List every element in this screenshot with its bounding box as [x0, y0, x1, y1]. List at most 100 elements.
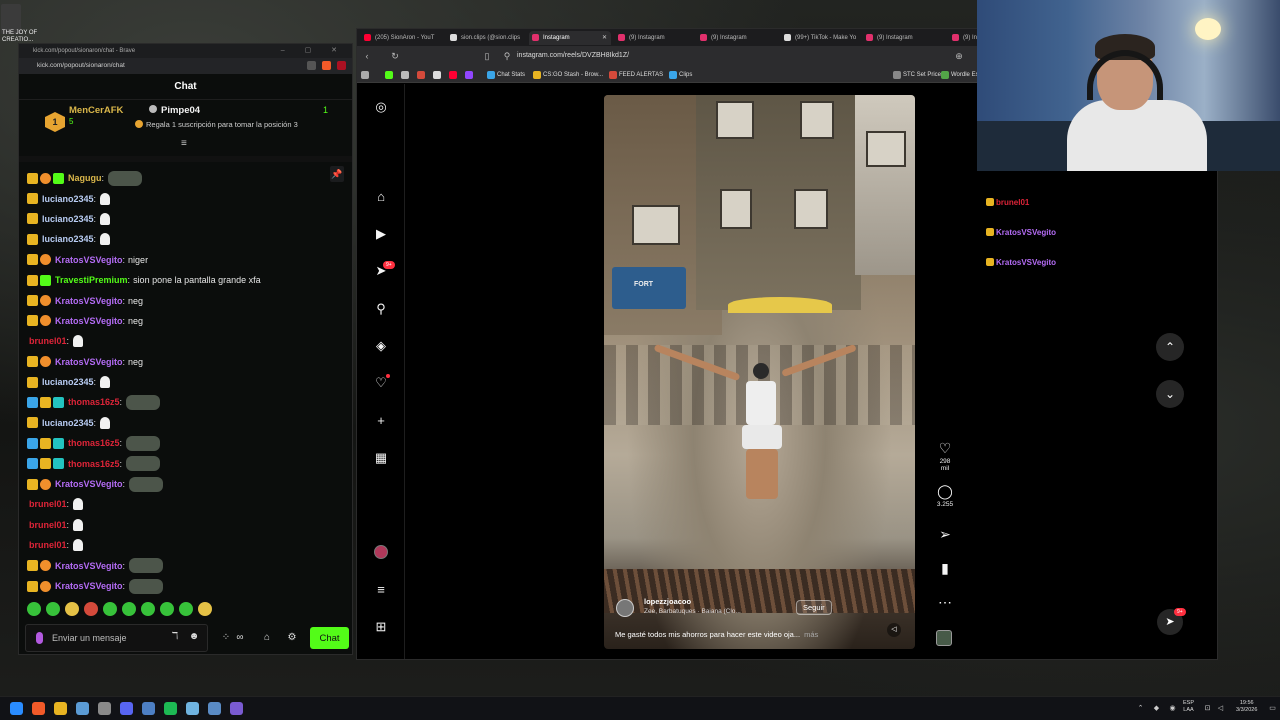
- spotify-icon[interactable]: [164, 702, 177, 715]
- chat-username[interactable]: KratosVSVegito: [55, 561, 123, 571]
- collapse-handle-icon[interactable]: ≡: [181, 138, 187, 149]
- mic-icon[interactable]: [36, 632, 43, 644]
- chat-username[interactable]: thomas16z5: [68, 397, 120, 407]
- taskbar-app-icon[interactable]: [76, 702, 89, 715]
- taskbar-app-icon[interactable]: [208, 702, 221, 715]
- save-action[interactable]: ▮: [935, 560, 955, 576]
- language-indicator[interactable]: ESP LAA: [1183, 700, 1194, 714]
- zoom-icon[interactable]: ⊕: [953, 50, 965, 62]
- settings-icon[interactable]: ⚙: [285, 631, 299, 645]
- zoom-icon[interactable]: [307, 61, 316, 70]
- comment-action[interactable]: ◯ 3.255: [935, 483, 955, 508]
- chat-username[interactable]: brunel01: [29, 540, 67, 550]
- brave-icon[interactable]: [32, 702, 45, 715]
- window-controls[interactable]: – ▢ ✕: [281, 44, 346, 58]
- gift-sub-prompt[interactable]: Regala 1 suscripción para tomar la posic…: [135, 120, 298, 129]
- apps-icon[interactable]: [361, 71, 369, 79]
- browser-tab[interactable]: (9) Instagram: [615, 31, 697, 45]
- previous-reel-button[interactable]: ⌃: [1156, 333, 1184, 361]
- volume-icon[interactable]: ◁: [1216, 704, 1225, 713]
- reload-icon[interactable]: ↻: [389, 50, 401, 62]
- translate-icon[interactable]: ℸ: [169, 631, 181, 643]
- chat-username[interactable]: thomas16z5: [68, 459, 120, 469]
- author-username[interactable]: lopezzjoacoo: [644, 597, 691, 606]
- bookmark-icon[interactable]: [449, 71, 457, 79]
- back-icon[interactable]: ‹: [361, 50, 373, 62]
- emote-button[interactable]: [179, 602, 193, 616]
- author-avatar[interactable]: [616, 599, 634, 617]
- bookmark-item[interactable]: Chat Stats: [497, 67, 525, 83]
- chat-username[interactable]: luciano2345: [42, 377, 94, 387]
- chat-username[interactable]: TravestiPremium: [55, 275, 128, 285]
- chat-username[interactable]: KratosVSVegito: [55, 581, 123, 591]
- emote-button[interactable]: [141, 602, 155, 616]
- reels-icon[interactable]: ▶: [373, 226, 389, 242]
- network-icon[interactable]: ⊡: [1203, 704, 1212, 713]
- users-icon[interactable]: ⁘: [219, 631, 233, 645]
- tray-icon[interactable]: ◆: [1152, 704, 1161, 713]
- home-icon[interactable]: ⌂: [373, 189, 389, 205]
- discord-icon[interactable]: [120, 702, 133, 715]
- chat-username[interactable]: KratosVSVegito: [55, 357, 123, 367]
- share-icon[interactable]: ➢: [935, 526, 955, 542]
- mute-icon[interactable]: ◁: [887, 623, 901, 637]
- share-action[interactable]: ➢: [935, 526, 955, 542]
- rewards-icon[interactable]: [337, 61, 346, 70]
- file-explorer-icon[interactable]: [54, 702, 67, 715]
- menu-icon[interactable]: ≡: [373, 582, 389, 598]
- more-action[interactable]: ⋯: [935, 594, 955, 610]
- explore-icon[interactable]: ◈: [373, 338, 389, 354]
- instagram-logo-icon[interactable]: ◎: [373, 99, 389, 115]
- chat-username[interactable]: brunel01: [29, 520, 67, 530]
- address-bar[interactable]: instagram.com/reels/DVZBH8Ikd1Z/: [517, 50, 629, 62]
- chat-username[interactable]: Nagugu: [68, 173, 102, 183]
- top-gifter-name[interactable]: MenCerAFK: [69, 105, 123, 116]
- chat-username[interactable]: KratosVSVegito: [55, 296, 123, 306]
- notifications-icon[interactable]: ▭: [1268, 704, 1277, 713]
- bookmark-icon[interactable]: [433, 71, 441, 79]
- emote-button[interactable]: [27, 602, 41, 616]
- emote-button[interactable]: [103, 602, 117, 616]
- close-tab-icon[interactable]: ✕: [602, 31, 607, 45]
- search-icon[interactable]: ⚲: [373, 301, 389, 317]
- chat-username[interactable]: KratosVSVegito: [55, 316, 123, 326]
- pin-icon[interactable]: 📌: [330, 166, 344, 182]
- taskbar-app-icon[interactable]: [98, 702, 111, 715]
- emote-button[interactable]: [84, 602, 98, 616]
- tray-icon[interactable]: ◉: [1168, 704, 1177, 713]
- chat-username[interactable]: thomas16z5: [68, 438, 120, 448]
- reel-caption[interactable]: Me gasté todos mis ahorros para hacer es…: [615, 630, 818, 639]
- bookmark-item[interactable]: STC Set Prices: [903, 67, 944, 83]
- site-info-icon[interactable]: ⚲: [501, 50, 513, 62]
- bookmark-item[interactable]: CS:GO Stash - Brow...: [543, 67, 603, 83]
- bookmark-icon[interactable]: [401, 71, 409, 79]
- chat-username[interactable]: luciano2345: [42, 234, 94, 244]
- like-action[interactable]: ♡ 298 mil: [935, 440, 955, 472]
- bookmark-item[interactable]: FEED ALERTAS: [619, 67, 663, 83]
- browser-tab[interactable]: Instagram ✕: [529, 31, 611, 45]
- caption-more-link[interactable]: más: [804, 630, 818, 639]
- more-apps-icon[interactable]: ⊞: [373, 619, 389, 635]
- browser-tab[interactable]: (99+) TikTok - Make Yo: [781, 31, 863, 45]
- audio-track[interactable]: Zee, Barbatuques · Baiana (Clo...: [644, 608, 741, 615]
- emote-button[interactable]: [198, 602, 212, 616]
- clock[interactable]: 19:56 3/3/2026: [1236, 700, 1257, 714]
- store-icon[interactable]: ⌂: [260, 631, 274, 645]
- bookmark-icon[interactable]: [465, 71, 473, 79]
- start-icon[interactable]: [10, 702, 23, 715]
- chat-url-bar[interactable]: kick.com/popout/sionaron/chat: [19, 58, 352, 74]
- chat-message-input[interactable]: [52, 630, 152, 646]
- kick-bookmark-icon[interactable]: [385, 71, 393, 79]
- save-icon[interactable]: ▮: [935, 560, 955, 576]
- brave-shield-icon[interactable]: [322, 61, 331, 70]
- browser-tab[interactable]: (9) Instagram: [697, 31, 779, 45]
- emote-button[interactable]: [65, 602, 79, 616]
- next-reel-button[interactable]: ⌄: [1156, 380, 1184, 408]
- bookmark-icon[interactable]: [417, 71, 425, 79]
- taskbar-app-icon[interactable]: [142, 702, 155, 715]
- chat-username[interactable]: luciano2345: [42, 418, 94, 428]
- browser-tab[interactable]: (9) Instagram: [863, 31, 945, 45]
- chat-username[interactable]: brunel01: [29, 499, 67, 509]
- taskbar-app-icon[interactable]: [186, 702, 199, 715]
- chat-username[interactable]: KratosVSVegito: [55, 255, 123, 265]
